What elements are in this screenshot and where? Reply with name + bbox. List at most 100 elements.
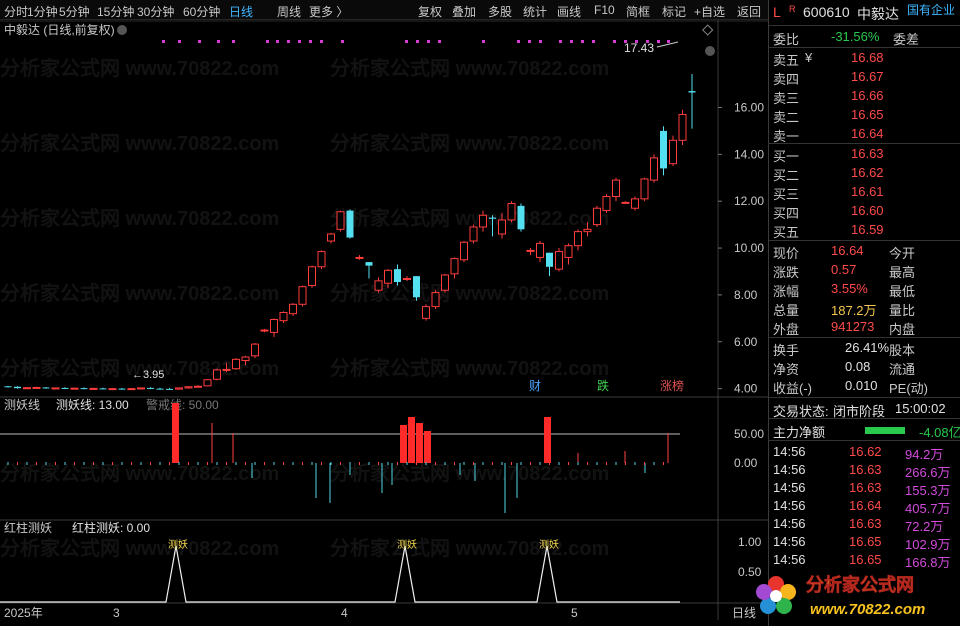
toolbar-item-3[interactable]: 15分钟	[97, 3, 134, 20]
field: 14:56	[773, 498, 806, 513]
field: 0.08	[845, 359, 871, 374]
candle-body	[241, 356, 250, 362]
indicator1-bar	[416, 423, 423, 463]
watermark-text: 分析家公式网 www.70822.com	[0, 56, 279, 80]
candle-body	[336, 211, 345, 230]
watermark-text: 分析家公式网 www.70822.com	[330, 461, 609, 485]
candle-body	[479, 214, 487, 228]
candle-body	[355, 256, 364, 259]
indicator2-signal: 红柱测妖 红柱测妖: 0.001.000.50测妖 测妖 测妖	[0, 520, 762, 603]
candle-body	[184, 386, 193, 389]
field: 量比	[889, 303, 916, 318]
diamond-icon[interactable]	[702, 24, 714, 36]
quote2-row: 换手 26.41% 股本	[769, 339, 960, 358]
price-tick: 10.00	[734, 241, 764, 255]
candle-body	[384, 269, 392, 284]
candle-body	[23, 387, 31, 390]
field: PE(动)	[889, 381, 929, 396]
candle-body	[583, 228, 592, 233]
ask-row: 卖四 16.67	[769, 68, 960, 87]
toolbar-item-6[interactable]: 日线	[229, 3, 253, 20]
field: 14:56	[773, 462, 806, 477]
field: 3.55%	[831, 281, 868, 296]
candle-body	[678, 114, 687, 141]
price-tick: 6.00	[734, 335, 758, 349]
field: 14:56	[773, 552, 806, 567]
toolbar-item-9[interactable]: 复权	[418, 3, 442, 20]
field: 16.65	[849, 534, 882, 549]
candle-body	[156, 388, 164, 390]
toolbar-item-10[interactable]: 叠加	[452, 3, 476, 20]
toolbar-item-2[interactable]: 5分钟	[59, 3, 90, 20]
divider	[769, 143, 960, 144]
limit-dot	[416, 40, 419, 43]
toolbar-item-16[interactable]: 标记	[662, 3, 686, 20]
logo-url: www.70822.com	[810, 601, 925, 618]
field: 16.59	[851, 222, 884, 237]
quote-row: 涨跌 0.57 最高	[769, 261, 960, 280]
watermark-text: 分析家公式网 www.70822.com	[330, 281, 609, 305]
toolbar-item-1[interactable]: 1分钟	[27, 3, 58, 20]
field: 15:00:02	[895, 401, 946, 416]
limit-dot	[162, 40, 165, 43]
candle-body	[593, 207, 601, 226]
watermark: 分析家公式网 www.70822.com 分析家公式网 www.70822.com…	[0, 56, 609, 560]
divider	[769, 240, 960, 241]
title-dropdown-icon[interactable]	[117, 25, 127, 35]
candle-body	[298, 286, 307, 305]
toolbar-item-13[interactable]: 画线	[557, 3, 581, 20]
field: 16.65	[849, 552, 882, 567]
l-badge: L	[773, 4, 781, 20]
field: 16.62	[851, 165, 884, 180]
toolbar-item-11[interactable]: 多股	[488, 3, 512, 20]
candle-body	[422, 306, 430, 319]
indicator2-title: 红柱测妖	[4, 520, 52, 535]
candle-body	[441, 274, 449, 291]
ask-row: 卖五 ¥16.68	[769, 49, 960, 68]
settings-icon[interactable]	[705, 46, 715, 56]
candle-body	[51, 387, 60, 390]
toolbar-item-15[interactable]: 简框	[626, 3, 650, 20]
event-marker[interactable]: 涨榜	[660, 378, 684, 393]
field: 外盘	[773, 322, 800, 337]
toolbar-item-12[interactable]: 统计	[523, 3, 547, 20]
event-marker[interactable]: 财	[529, 379, 541, 393]
candle-body	[194, 385, 202, 388]
price-tick: 12.00	[734, 194, 764, 208]
limit-dot	[657, 40, 660, 43]
field: 买四	[773, 206, 800, 221]
toolbar-item-5[interactable]: 60分钟	[183, 3, 220, 20]
toolbar-item-4[interactable]: 30分钟	[137, 3, 174, 20]
x-axis-label: 3	[113, 606, 120, 620]
ask-row: 卖三 16.66	[769, 87, 960, 106]
candle-body	[413, 276, 420, 298]
candle-body	[14, 386, 21, 389]
x-axis-label: 4	[341, 606, 348, 620]
watermark-text: 分析家公式网 www.70822.com	[330, 131, 609, 155]
divider	[769, 337, 960, 338]
toolbar-item-0[interactable]: 分时	[4, 3, 28, 20]
candle-body	[61, 387, 69, 389]
field: 今开	[889, 246, 916, 261]
toolbar-item-14[interactable]: F10	[594, 3, 615, 17]
kline-chart[interactable]: 分析家公式网 www.70822.com 分析家公式网 www.70822.com…	[0, 20, 768, 626]
limit-dot	[539, 40, 542, 43]
quote-row: 现价 16.64 今开	[769, 242, 960, 261]
stock-tag: 国有企业	[907, 3, 956, 17]
field: 16.67	[851, 69, 884, 84]
event-marker[interactable]: 跌	[597, 378, 609, 393]
toolbar-item-17[interactable]: +自选	[694, 3, 725, 20]
toolbar-item-18[interactable]: 返回	[737, 3, 761, 20]
candle-body	[317, 251, 326, 268]
limit-dot	[592, 40, 595, 43]
toolbar-item-8[interactable]: 更多 〉	[309, 3, 348, 20]
candle-body	[118, 388, 126, 390]
limit-dot	[517, 40, 520, 43]
candle-body	[526, 249, 535, 252]
toolbar-item-7[interactable]: 周线	[277, 3, 301, 20]
field: 0.010	[845, 378, 878, 393]
quote2-row: 收益(-) 0.010 PE(动)	[769, 377, 960, 396]
indicator1-bar	[400, 425, 407, 463]
candle-body	[536, 242, 544, 258]
field: -4.08亿	[919, 425, 960, 440]
